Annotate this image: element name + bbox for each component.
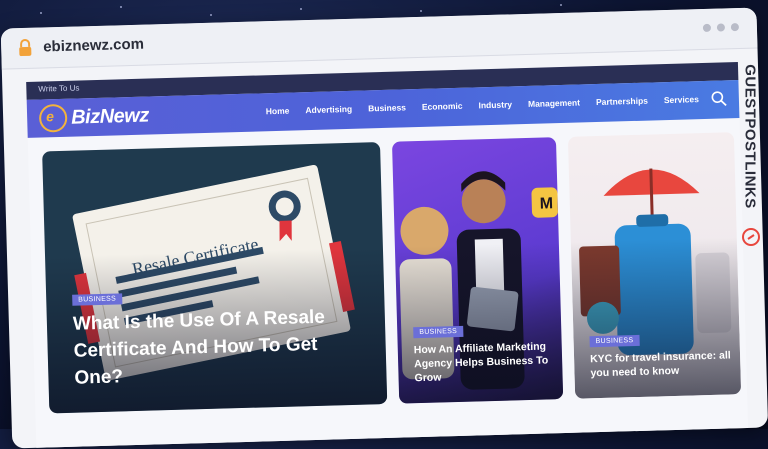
nav-economic[interactable]: Economic: [422, 101, 463, 112]
rail-label: GUESTPOSTLINKS: [741, 64, 759, 209]
nav-industry[interactable]: Industry: [478, 99, 512, 110]
browser-window: ebiznewz.com Write To Us e Biz Newz Home…: [0, 7, 768, 449]
article-card[interactable]: BUSINESS KYC for travel insurance: all y…: [567, 132, 742, 399]
url-text[interactable]: ebiznewz.com: [43, 36, 144, 56]
svg-text:M: M: [540, 195, 554, 212]
article-card[interactable]: M BUSINESS How An Affiliate Marketing Ag…: [391, 137, 564, 404]
logo-prefix: Biz: [70, 105, 100, 129]
article-title[interactable]: How An Affiliate Marketing Agency Helps …: [414, 339, 555, 385]
featured-article-card[interactable]: Resale Certificate BUSINESS What Is the …: [42, 142, 388, 414]
nav-management[interactable]: Management: [528, 97, 580, 108]
nav-home[interactable]: Home: [266, 106, 290, 117]
window-dot-icon[interactable]: [716, 23, 726, 32]
lock-icon: [19, 38, 32, 57]
logo-text: Newz: [99, 104, 150, 128]
category-badge[interactable]: BUSINESS: [72, 293, 123, 306]
article-title[interactable]: What Is the Use Of A Resale Certificate …: [73, 303, 365, 392]
guestpostlinks-rail: GUESTPOSTLINKS: [736, 30, 764, 260]
logo-ring-icon: e: [38, 103, 68, 133]
category-badge[interactable]: BUSINESS: [589, 334, 640, 348]
nav-advertising[interactable]: Advertising: [305, 104, 352, 115]
browser-scene: ebiznewz.com Write To Us e Biz Newz Home…: [0, 0, 768, 449]
site-logo[interactable]: e Biz Newz: [38, 102, 150, 133]
website: Write To Us e Biz Newz Home Advertising …: [26, 62, 749, 449]
link-icon: [742, 228, 760, 246]
category-badge[interactable]: BUSINESS: [413, 325, 464, 339]
nav-partnerships[interactable]: Partnerships: [596, 96, 648, 107]
nav-services[interactable]: Services: [664, 94, 699, 105]
window-dot-icon[interactable]: [702, 23, 712, 33]
address-bar[interactable]: ebiznewz.com: [0, 7, 758, 70]
window-controls: [702, 23, 740, 33]
search-icon[interactable]: [711, 90, 727, 107]
article-title[interactable]: KYC for travel insurance: all you need t…: [590, 348, 735, 380]
main-nav: Home Advertising Business Economic Indus…: [266, 94, 699, 116]
nav-business[interactable]: Business: [368, 102, 406, 113]
write-to-us-link[interactable]: Write To Us: [38, 83, 79, 93]
